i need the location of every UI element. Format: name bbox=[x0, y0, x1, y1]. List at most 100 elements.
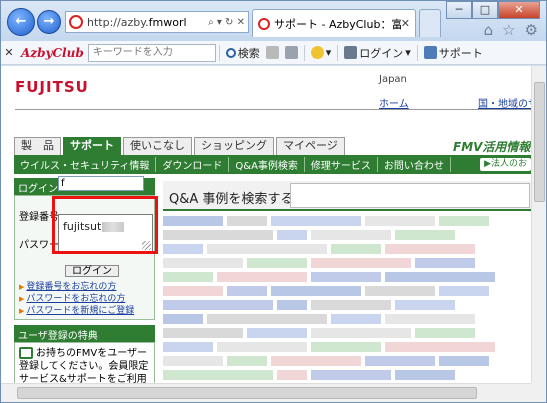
blurred-block bbox=[247, 258, 307, 268]
login-button[interactable]: ログイン bbox=[65, 265, 119, 277]
blurred-block bbox=[439, 356, 489, 366]
browser-icons: ⌂ ☆ ⚙ bbox=[484, 21, 538, 39]
blurred-block bbox=[395, 230, 455, 240]
register-password-link[interactable]: パスワードを新規にご登録 bbox=[19, 305, 134, 317]
toolbar-trash-button[interactable] bbox=[284, 46, 298, 59]
blurred-block bbox=[277, 370, 307, 380]
submenu-download[interactable]: ダウンロード bbox=[156, 157, 230, 172]
horizontal-scrollbar[interactable] bbox=[1, 383, 531, 402]
blurred-block bbox=[385, 272, 495, 282]
blurred-block bbox=[163, 244, 203, 254]
blurred-block bbox=[163, 230, 273, 240]
benefit-panel: お持ちのFMVをユーザー登録してください。会員限定サービス&サポートをご利用いた… bbox=[14, 342, 155, 383]
tab-products[interactable]: 製 品 bbox=[14, 137, 61, 155]
toolbar-support-button[interactable]: サポート bbox=[423, 45, 483, 61]
tab-close-icon[interactable]: ✕ bbox=[401, 17, 410, 30]
blurred-block bbox=[163, 286, 223, 296]
title-bar: ← → http://azby.fmworl... ⌕ ▾ ↻ ✕ サポート -… bbox=[1, 1, 546, 41]
home-link[interactable]: ホーム bbox=[379, 95, 409, 110]
maximize-button[interactable]: □ bbox=[472, 1, 498, 19]
blurred-row bbox=[163, 216, 531, 226]
qa-search-box[interactable] bbox=[290, 183, 530, 208]
blurred-block bbox=[163, 300, 273, 310]
toolbar-login-button[interactable]: ログイン ▾ bbox=[344, 45, 411, 61]
blurred-block bbox=[227, 356, 267, 366]
address-bar[interactable]: http://azby.fmworl... ⌕ ▾ ↻ ✕ bbox=[65, 11, 249, 33]
blurred-block bbox=[163, 216, 223, 226]
blurred-block bbox=[331, 314, 381, 324]
blurred-block bbox=[207, 314, 327, 324]
blurred-block bbox=[163, 370, 273, 380]
forgot-password-link[interactable]: パスワードをお忘れの方 bbox=[19, 293, 134, 305]
submenu-qa-search[interactable]: Q&A事例検索 bbox=[229, 157, 305, 172]
login-icon bbox=[344, 46, 358, 59]
blurred-row bbox=[163, 244, 531, 254]
close-window-button[interactable]: ✕ bbox=[498, 1, 540, 19]
toolbar-keyword-input[interactable] bbox=[87, 43, 216, 62]
forgot-id-link[interactable]: 登録番号をお忘れの方 bbox=[19, 281, 134, 293]
corporate-link[interactable]: ▶法人のお bbox=[480, 158, 531, 171]
blurred-row bbox=[163, 272, 531, 282]
browser-window: ← → http://azby.fmworl... ⌕ ▾ ↻ ✕ サポート -… bbox=[0, 0, 547, 403]
blurred-block bbox=[163, 258, 243, 268]
tab-support-page[interactable]: サポート bbox=[63, 137, 121, 155]
blurred-row bbox=[163, 286, 531, 296]
address-actions-icon[interactable]: ⌕ ▾ ↻ ✕ bbox=[208, 17, 248, 28]
tab-title: サポート - AzbyClub：富... bbox=[274, 17, 401, 31]
blurred-block bbox=[395, 300, 455, 310]
magnifier-icon bbox=[225, 47, 236, 58]
toolbar-tips-button[interactable]: ▾ bbox=[310, 46, 331, 59]
main-nav-tabs: 製 品 サポート 使いこなし ショッピング マイページ bbox=[14, 137, 345, 155]
blurred-block bbox=[207, 244, 327, 254]
horizontal-scroll-thumb[interactable] bbox=[17, 387, 477, 399]
toolbar-close-icon[interactable]: ✕ bbox=[1, 46, 17, 59]
blurred-row bbox=[163, 328, 531, 338]
favorites-star-icon[interactable]: ☆ bbox=[502, 21, 515, 39]
fmv-info-title[interactable]: FMV活用情報 bbox=[453, 138, 530, 155]
forward-button[interactable]: → bbox=[37, 10, 61, 34]
blurred-block bbox=[331, 244, 381, 254]
pen-icon bbox=[265, 46, 279, 59]
toolbar-search-label: 検索 bbox=[237, 46, 260, 60]
toolbar-pen-button[interactable] bbox=[265, 46, 279, 59]
tab-favicon-icon bbox=[258, 17, 270, 30]
region-link[interactable]: 国・地域のサ bbox=[478, 95, 531, 110]
lightbulb-icon bbox=[310, 46, 324, 59]
support-icon bbox=[423, 46, 437, 59]
qa-search-header: Q&A 事例を検索する bbox=[163, 181, 531, 211]
toolbar-support-label: サポート bbox=[438, 46, 483, 60]
blurred-block bbox=[311, 272, 381, 282]
monitor-icon bbox=[19, 347, 33, 359]
toolbar-divider bbox=[218, 44, 220, 61]
submenu-virus-security[interactable]: ウイルス・セキュリティ情報 bbox=[14, 157, 157, 172]
minimize-button[interactable]: ─ bbox=[446, 1, 472, 19]
id-input[interactable]: f bbox=[58, 176, 144, 191]
tab-shopping[interactable]: ショッピング bbox=[194, 137, 274, 155]
blurred-block bbox=[227, 286, 267, 296]
home-icon[interactable]: ⌂ bbox=[484, 21, 494, 39]
window-controls: ─ □ ✕ bbox=[446, 1, 540, 19]
fujitsu-logo[interactable]: FUJITSU bbox=[15, 78, 89, 96]
blurred-block bbox=[415, 258, 475, 268]
trash-icon bbox=[284, 46, 298, 59]
tab-mypage[interactable]: マイページ bbox=[276, 137, 345, 155]
back-button[interactable]: ← bbox=[7, 8, 35, 36]
tab-usage[interactable]: 使いこなし bbox=[123, 137, 192, 155]
blurred-block bbox=[365, 216, 435, 226]
blurred-row bbox=[163, 314, 531, 324]
blurred-row bbox=[163, 300, 531, 310]
tab-support[interactable]: サポート - AzbyClub：富... ✕ bbox=[252, 9, 416, 37]
vertical-scrollbar[interactable] bbox=[531, 66, 546, 383]
blurred-block bbox=[311, 342, 381, 352]
submenu-contact[interactable]: お問い合わせ bbox=[378, 157, 451, 172]
toolbar-divider bbox=[416, 44, 418, 61]
scrollbar-corner bbox=[531, 383, 546, 402]
vertical-scroll-thumb[interactable] bbox=[534, 82, 545, 202]
new-tab-button[interactable] bbox=[419, 9, 441, 37]
submenu-repair[interactable]: 修理サービス bbox=[305, 157, 378, 172]
toolbar-search-button[interactable]: 検索 bbox=[225, 45, 260, 61]
blurred-block bbox=[311, 230, 391, 240]
highlight-frame bbox=[52, 196, 158, 254]
settings-gear-icon[interactable]: ⚙ bbox=[525, 21, 538, 39]
toolbar-login-label: ログイン bbox=[359, 46, 404, 60]
